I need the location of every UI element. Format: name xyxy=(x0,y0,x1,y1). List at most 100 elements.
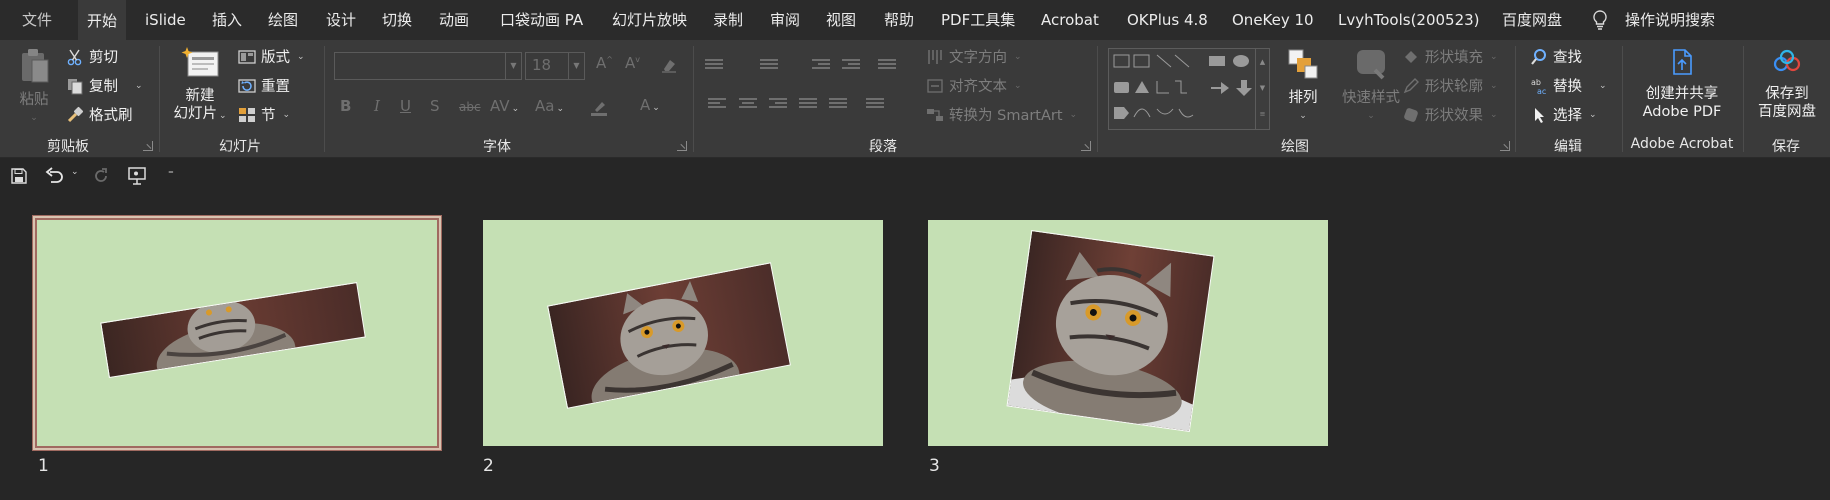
italic-icon[interactable]: I xyxy=(374,97,380,115)
section-label: 节 xyxy=(261,108,276,124)
tab-pocket-animation[interactable]: 口袋动画 PA xyxy=(500,0,583,40)
font-color-icon[interactable]: A ⌄ xyxy=(640,96,660,114)
clipboard-launcher-icon[interactable] xyxy=(143,141,153,151)
customize-qat-icon[interactable]: ⁼ xyxy=(168,167,174,180)
arrange-button[interactable]: 排列 ⌄ xyxy=(1278,46,1328,125)
grow-font-icon[interactable]: A^ xyxy=(596,54,613,72)
align-center-icon[interactable] xyxy=(739,98,757,112)
svg-text:ab: ab xyxy=(1531,78,1541,87)
group-divider xyxy=(159,46,160,152)
justify-icon[interactable] xyxy=(799,98,817,112)
save-icon[interactable] xyxy=(11,168,27,184)
drawing-launcher-icon[interactable] xyxy=(1500,141,1510,151)
bullets-icon[interactable] xyxy=(705,59,723,73)
save-to-baidu-label-2: 百度网盘 xyxy=(1758,104,1816,120)
tab-islide[interactable]: iSlide xyxy=(145,0,186,40)
shape-effects-button[interactable]: 形状效果 ⌄ xyxy=(1402,104,1498,125)
font-size-combobox[interactable]: 18 ▼ xyxy=(525,52,585,80)
find-button[interactable]: 查找 xyxy=(1530,46,1582,67)
presentation-start-icon[interactable] xyxy=(127,166,147,186)
create-share-pdf-button[interactable]: 创建并共享 Adobe PDF xyxy=(1632,46,1732,121)
format-painter-label: 格式刷 xyxy=(89,108,133,124)
text-shadow-icon[interactable]: S xyxy=(430,97,440,115)
underline-icon[interactable]: U xyxy=(400,97,411,115)
shape-fill-label: 形状填充 xyxy=(1425,50,1483,66)
tab-home[interactable]: 开始 xyxy=(78,0,127,40)
copy-button[interactable]: 复制 ⌄ xyxy=(66,75,143,96)
tab-design[interactable]: 设计 xyxy=(326,0,356,40)
distributed-icon[interactable] xyxy=(829,98,847,112)
paragraph-launcher-icon[interactable] xyxy=(1081,141,1091,151)
strikethrough-icon[interactable]: abc xyxy=(459,100,481,114)
text-direction-button[interactable]: 文字方向 ⌄ xyxy=(926,46,1022,67)
bold-icon[interactable]: B xyxy=(340,97,351,115)
tab-lvyhtools[interactable]: LvyhTools(200523) xyxy=(1338,0,1480,40)
increase-indent-icon[interactable] xyxy=(842,59,860,73)
format-painter-button[interactable]: 格式刷 xyxy=(66,104,133,125)
slide-thumbnail-1[interactable] xyxy=(33,216,441,450)
cursor-arrow-icon xyxy=(1535,107,1544,123)
tab-insert[interactable]: 插入 xyxy=(212,0,242,40)
new-slide-icon xyxy=(181,47,219,77)
character-spacing-icon[interactable]: AV ⌄ xyxy=(490,97,519,115)
numbering-icon[interactable] xyxy=(760,59,778,73)
tab-onekey[interactable]: OneKey 10 xyxy=(1232,0,1314,40)
tab-baidu-netdisk[interactable]: 百度网盘 xyxy=(1502,0,1562,40)
tab-draw[interactable]: 绘图 xyxy=(268,0,298,40)
line-spacing-icon[interactable] xyxy=(878,59,896,73)
tab-view[interactable]: 视图 xyxy=(826,0,856,40)
undo-icon[interactable] xyxy=(44,167,64,185)
new-slide-button[interactable]: 新建 幻灯片 ⌄ xyxy=(168,46,232,125)
search-icon xyxy=(1531,48,1546,65)
shape-fill-button[interactable]: 形状填充 ⌄ xyxy=(1402,46,1498,67)
align-left-icon[interactable] xyxy=(708,98,726,112)
tab-slideshow[interactable]: 幻灯片放映 xyxy=(612,0,687,40)
tab-animations[interactable]: 动画 xyxy=(439,0,469,40)
change-case-icon[interactable]: Aa ⌄ xyxy=(535,97,564,115)
tab-acrobat[interactable]: Acrobat xyxy=(1041,0,1099,40)
cat-photo xyxy=(100,282,366,378)
layout-button[interactable]: 版式 ⌄ xyxy=(238,46,305,67)
shape-outline-button[interactable]: 形状轮廓 ⌄ xyxy=(1402,75,1498,96)
slide-thumbnail-2[interactable] xyxy=(483,220,883,446)
columns-icon[interactable] xyxy=(866,98,884,112)
tab-okplus[interactable]: OKPlus 4.8 xyxy=(1127,0,1208,40)
clear-formatting-icon[interactable] xyxy=(660,56,678,74)
highlight-icon[interactable] xyxy=(590,98,608,116)
tab-review[interactable]: 审阅 xyxy=(770,0,800,40)
tab-help[interactable]: 帮助 xyxy=(884,0,914,40)
chevron-down-icon[interactable]: ▼ xyxy=(505,53,521,79)
reset-icon xyxy=(238,78,256,93)
cat-image xyxy=(1007,231,1215,433)
align-right-icon[interactable] xyxy=(769,98,787,112)
quick-styles-button[interactable]: 快速样式 ⌄ xyxy=(1338,46,1404,125)
font-name-combobox[interactable]: ▼ xyxy=(334,52,522,80)
tab-pdf-tools[interactable]: PDF工具集 xyxy=(941,0,1015,40)
slide-number-2: 2 xyxy=(483,456,494,476)
redo-icon[interactable] xyxy=(92,167,110,185)
align-text-label: 对齐文本 xyxy=(949,79,1007,95)
tab-transitions[interactable]: 切换 xyxy=(382,0,412,40)
select-button[interactable]: 选择 ⌄ xyxy=(1530,104,1597,125)
convert-smartart-button[interactable]: 转换为 SmartArt ⌄ xyxy=(926,104,1077,125)
align-text-button[interactable]: 对齐文本 ⌄ xyxy=(926,75,1022,96)
reset-button[interactable]: 重置 xyxy=(238,75,290,96)
slide-thumbnail-3[interactable] xyxy=(928,220,1328,446)
chevron-down-icon[interactable]: ▼ xyxy=(568,53,584,79)
save-to-baidu-button[interactable]: 保存到 百度网盘 xyxy=(1748,46,1826,121)
section-button[interactable]: 节 ⌄ xyxy=(238,104,290,125)
tell-me-search[interactable]: 操作说明搜索 xyxy=(1625,0,1715,40)
text-direction-label: 文字方向 xyxy=(949,50,1007,66)
tab-record[interactable]: 录制 xyxy=(713,0,743,40)
shrink-font-icon[interactable]: Av xyxy=(625,54,640,72)
replace-icon: abac xyxy=(1531,78,1546,95)
decrease-indent-icon[interactable] xyxy=(812,59,830,73)
create-share-label-1: 创建并共享 xyxy=(1645,86,1719,102)
replace-button[interactable]: ab ac 替换 ⌄ xyxy=(1530,75,1607,96)
cut-button[interactable]: 剪切 xyxy=(66,46,118,67)
tab-file[interactable]: 文件 xyxy=(22,0,52,40)
undo-dropdown-icon[interactable]: ⌄ xyxy=(71,167,79,177)
font-launcher-icon[interactable] xyxy=(677,141,687,151)
paste-button[interactable]: 粘贴 ⌄ xyxy=(14,46,54,127)
shapes-gallery[interactable]: ▲ ▼ ≡ xyxy=(1108,48,1270,130)
